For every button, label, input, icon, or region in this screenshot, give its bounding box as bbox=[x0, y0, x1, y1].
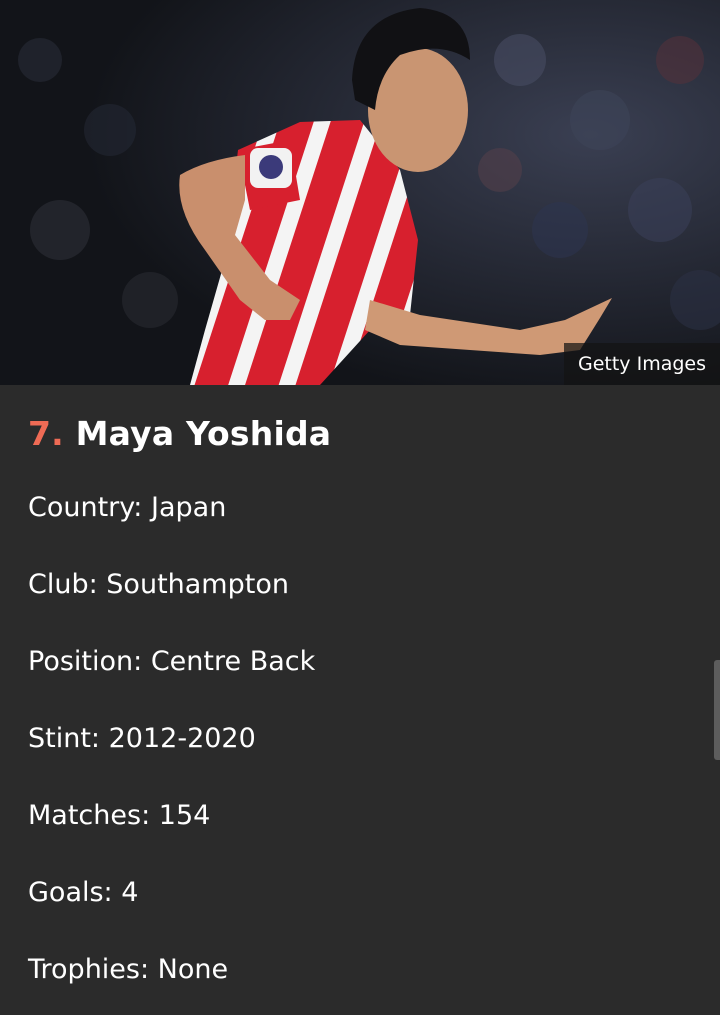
fact-label: Position: bbox=[28, 646, 143, 677]
fact-label: Trophies: bbox=[28, 954, 150, 985]
fact-position: Position: Centre Back bbox=[28, 642, 315, 682]
fact-trophies: Trophies: None bbox=[28, 950, 228, 990]
fact-value: 4 bbox=[121, 877, 139, 908]
fact-value: Southampton bbox=[106, 569, 289, 600]
fact-value: Centre Back bbox=[150, 646, 316, 677]
fact-matches: Matches: 154 bbox=[28, 796, 210, 836]
fact-value: 154 bbox=[158, 800, 211, 831]
player-photo-image bbox=[0, 0, 720, 385]
fact-value: None bbox=[157, 954, 229, 985]
scrollbar-thumb[interactable] bbox=[714, 660, 720, 760]
article-page: Getty Images 7. Maya Yoshida Country: Ja… bbox=[0, 0, 720, 1015]
fact-label: Stint: bbox=[28, 723, 101, 754]
player-rank: 7. bbox=[28, 414, 64, 453]
fact-country: Country: Japan bbox=[28, 488, 226, 528]
player-photo: Getty Images bbox=[0, 0, 720, 385]
fact-label: Club: bbox=[28, 569, 98, 600]
photo-credit: Getty Images bbox=[564, 343, 720, 385]
fact-goals: Goals: 4 bbox=[28, 873, 138, 913]
player-name: Maya Yoshida bbox=[75, 414, 332, 453]
fact-club: Club: Southampton bbox=[28, 565, 289, 605]
fact-value: 2012-2020 bbox=[108, 723, 256, 754]
player-heading: 7. Maya Yoshida bbox=[28, 412, 331, 456]
fact-label: Matches: bbox=[28, 800, 151, 831]
fact-value: Japan bbox=[151, 492, 227, 523]
fact-stint: Stint: 2012-2020 bbox=[28, 719, 256, 759]
fact-label: Country: bbox=[28, 492, 143, 523]
fact-label: Goals: bbox=[28, 877, 113, 908]
